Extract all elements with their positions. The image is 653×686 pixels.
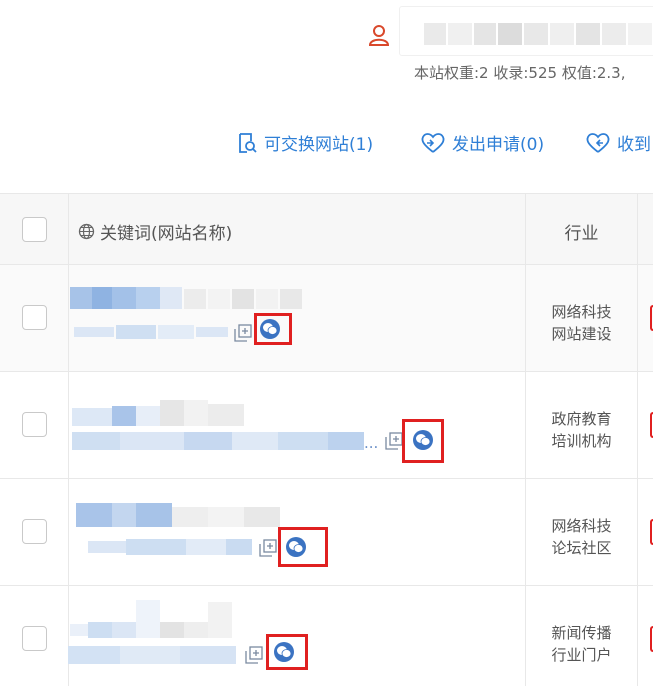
industry-cell: 政府教育 培训机构 xyxy=(551,410,612,450)
row-checkbox[interactable] xyxy=(22,412,47,437)
industry-column-header: 行业 xyxy=(564,224,599,244)
table-header: 关键词(网站名称) 行业 xyxy=(0,193,653,265)
table-row: 新闻传播 行业门户 xyxy=(0,586,653,686)
keyword-column-header[interactable]: 关键词(网站名称) xyxy=(78,219,232,244)
industry-cell: 网络科技 论坛社区 xyxy=(551,517,612,557)
url-ellipsis: ... xyxy=(364,434,379,452)
row-checkbox[interactable] xyxy=(22,305,47,330)
heart-arrow-icon xyxy=(421,132,445,153)
wechat-icon[interactable] xyxy=(260,319,280,339)
user-icon[interactable] xyxy=(368,24,390,46)
table-row: 网络科技 网站建设 xyxy=(0,265,653,372)
industry-cell: 网络科技 网站建设 xyxy=(551,303,612,343)
table-row: ... 政府教育 培训机构 xyxy=(0,372,653,479)
row-checkbox[interactable] xyxy=(22,519,47,544)
copy-icon[interactable] xyxy=(259,539,277,557)
search-doc-icon xyxy=(239,132,257,153)
copy-icon[interactable] xyxy=(234,324,252,342)
wechat-icon[interactable] xyxy=(413,430,433,450)
copy-icon[interactable] xyxy=(245,646,263,664)
copy-icon[interactable] xyxy=(385,432,403,450)
exchangeable-sites-link[interactable]: 可交换网站(1) xyxy=(236,130,373,155)
select-all-checkbox[interactable] xyxy=(22,217,47,242)
sent-requests-link[interactable]: 发出申请(0) xyxy=(420,130,544,155)
received-requests-link[interactable]: 收到 xyxy=(585,130,651,155)
row-checkbox[interactable] xyxy=(22,626,47,651)
wechat-icon[interactable] xyxy=(274,642,294,662)
table-row: 网络科技 论坛社区 xyxy=(0,479,653,586)
sites-table: 关键词(网站名称) 行业 网络科技 网站建设 ... 政府教育 培训机构 网络科… xyxy=(0,193,653,686)
wechat-icon[interactable] xyxy=(286,537,306,557)
exchange-page: 本站权重:2 收录:525 权值:2.3, 可交换网站(1) 发出申请(0) 收… xyxy=(0,0,653,686)
heart-arrow-icon xyxy=(586,132,610,153)
account-info-box xyxy=(399,6,653,56)
industry-cell: 新闻传播 行业门户 xyxy=(551,624,612,664)
site-stats: 本站权重:2 收录:525 权值:2.3, xyxy=(414,64,626,82)
globe-icon xyxy=(78,223,95,240)
